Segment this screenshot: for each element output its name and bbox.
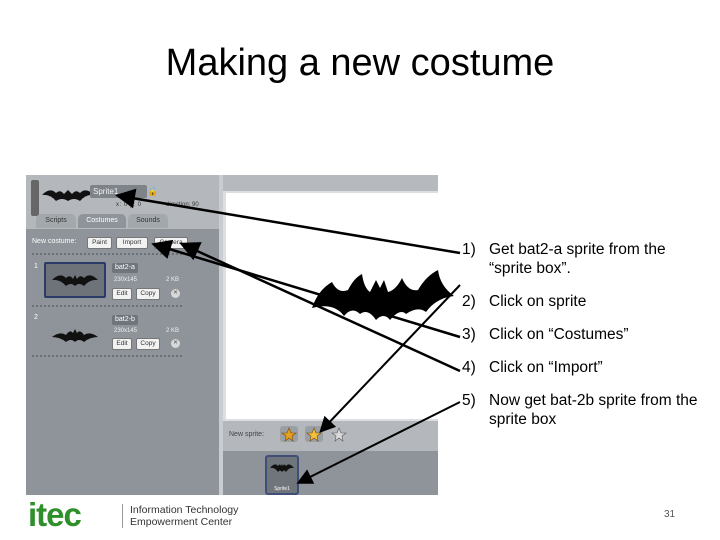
sprite-tile-label: Sprite1 xyxy=(274,486,290,492)
bat-icon xyxy=(42,190,94,201)
costume-size: 230x145 xyxy=(114,277,138,283)
star-icon xyxy=(331,427,347,442)
step-number: 2) xyxy=(462,293,476,310)
sprite-tile[interactable]: Sprite1 xyxy=(265,455,299,495)
step-text: Now get bat-2b sprite from the sprite bo… xyxy=(489,392,698,428)
paint-button[interactable]: Paint xyxy=(87,237,112,249)
step-2: 2) Click on sprite xyxy=(462,292,712,311)
y-readout: y: 0 xyxy=(129,202,142,208)
choose-sprite-button[interactable] xyxy=(305,426,323,442)
tab-scripts[interactable]: Scripts xyxy=(36,214,76,228)
step-number: 3) xyxy=(462,326,476,343)
costume-thumbnail[interactable] xyxy=(44,262,106,298)
step-1: 1) Get bat2-a sprite from the “sprite box… xyxy=(462,240,712,278)
rotation-style-icons[interactable] xyxy=(31,180,39,216)
x-readout: x: 0 y: 0 xyxy=(116,202,142,208)
bat-icon xyxy=(52,329,98,342)
paint-sprite-button[interactable] xyxy=(280,426,298,442)
new-costume-label: New costume: xyxy=(32,238,77,245)
bat-icon xyxy=(270,464,294,472)
sprite-pane: Sprite1 🔒 x: 0 y: 0 direction: 90 Script… xyxy=(26,175,219,495)
step-number: 4) xyxy=(462,359,476,376)
copy-button[interactable]: Copy xyxy=(136,288,160,300)
copy-button[interactable]: Copy xyxy=(136,338,160,350)
sprite-box: Sprite1 xyxy=(223,451,438,495)
costume-kb: 2 KB xyxy=(166,328,180,334)
step-text: Click on “Costumes” xyxy=(489,326,629,343)
costume-size: 230x145 xyxy=(114,328,138,334)
page-number: 31 xyxy=(664,509,676,520)
direction-readout: direction: 90 xyxy=(166,202,199,208)
bat-icon xyxy=(312,270,454,320)
logo-line-2: Empowerment Center xyxy=(130,516,233,528)
instruction-list: 1) Get bat2-a sprite from the “sprite box… xyxy=(462,240,712,443)
step-text: Get bat2-a sprite from the “sprite box”. xyxy=(489,241,666,277)
logo-divider xyxy=(122,504,123,528)
costume-name[interactable]: bat2-a xyxy=(112,263,138,273)
close-icon[interactable]: ✕ xyxy=(171,289,180,298)
costume-thumbnail[interactable] xyxy=(44,315,106,351)
new-sprite-bar: New sprite: xyxy=(223,421,438,451)
camera-button[interactable]: Camera xyxy=(154,237,188,249)
import-button[interactable]: Import xyxy=(116,237,148,249)
bat-icon xyxy=(52,275,98,286)
logo-line-1: Information Technology xyxy=(130,504,239,516)
step-text: Click on “Import” xyxy=(489,359,603,376)
sprite-name-field[interactable]: Sprite1 xyxy=(90,185,147,198)
edit-button[interactable]: Edit xyxy=(112,288,132,300)
itec-logo: itec xyxy=(28,496,82,533)
costume-name[interactable]: bat2-b xyxy=(112,315,138,325)
sprite-header: Sprite1 🔒 x: 0 y: 0 direction: 90 Script… xyxy=(26,175,219,229)
lock-icon[interactable]: 🔒 xyxy=(147,186,158,196)
divider xyxy=(32,355,182,357)
step-number: 5) xyxy=(462,392,476,409)
step-text: Click on sprite xyxy=(489,293,587,310)
star-icon xyxy=(281,427,297,442)
new-sprite-label: New sprite: xyxy=(229,431,265,438)
costume-kb: 2 KB xyxy=(166,277,180,283)
step-4: 4) Click on “Import” xyxy=(462,358,712,377)
step-3: 3) Click on “Costumes” xyxy=(462,325,712,344)
step-5: 5) Now get bat-2b sprite from the sprite … xyxy=(462,391,712,429)
step-number: 1) xyxy=(462,241,476,258)
divider xyxy=(32,253,182,255)
close-icon[interactable]: ✕ xyxy=(171,339,180,348)
stage-toolbar xyxy=(223,175,438,191)
tab-sounds[interactable]: Sounds xyxy=(128,214,168,228)
tab-costumes[interactable]: Costumes xyxy=(78,214,126,228)
costume-number: 2 xyxy=(34,314,38,321)
edit-button[interactable]: Edit xyxy=(112,338,132,350)
slide-title: Making a new costume xyxy=(165,42,555,84)
random-sprite-button[interactable] xyxy=(330,426,348,442)
divider xyxy=(32,305,182,307)
star-icon xyxy=(306,427,322,442)
logo-text: Information Technology Empowerment Cente… xyxy=(130,504,238,528)
costume-number: 1 xyxy=(34,263,38,270)
